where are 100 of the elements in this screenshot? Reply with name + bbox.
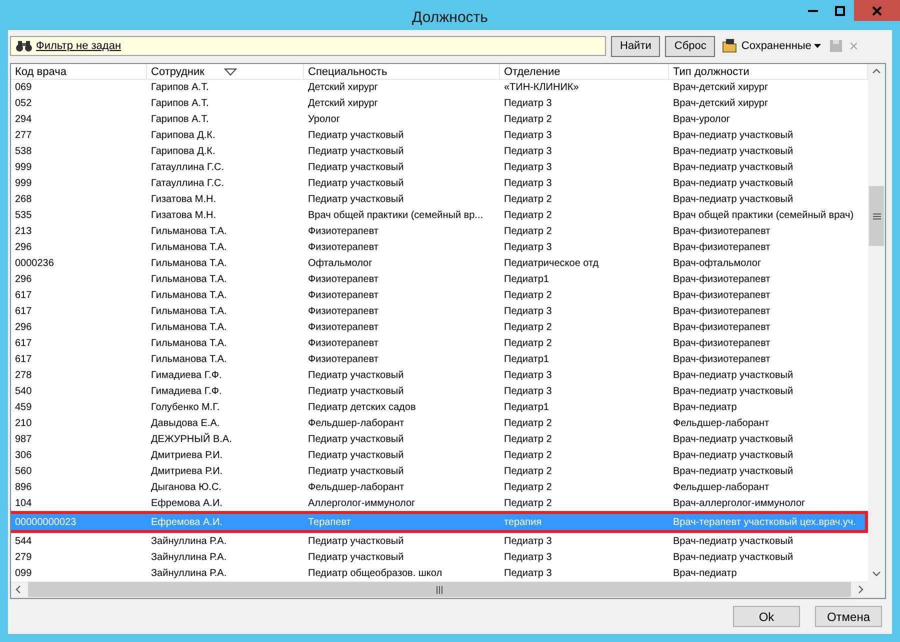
vertical-scrollbar[interactable] xyxy=(868,64,885,581)
table-cell-text: 052 xyxy=(14,98,33,108)
table-cell-text: Врач-педиатр участковый xyxy=(672,162,794,172)
table-row[interactable]: 999 Гатауллина Г.С. Педиатр участковый Педиатр 3 Врач-педиатр участковый xyxy=(11,159,868,175)
table-cell-text: Гильманова Т.А. xyxy=(150,290,228,300)
table-cell-text: 987 xyxy=(14,434,33,444)
column-header[interactable]: Код врача xyxy=(11,64,147,80)
table-cell-text: Врач-педиатр участковый xyxy=(672,552,794,562)
table-row[interactable]: 296 Гильманова Т.А. Физиотерапевт Педиатр1 Врач-физиотерапевт xyxy=(11,271,868,287)
table-row[interactable]: 617 Гильманова Т.А. Физиотерапевт Педиатр 2 Врач-физиотерапевт xyxy=(11,335,868,351)
table-cell-text: Гильманова Т.А. xyxy=(150,354,228,364)
table-row[interactable]: 069 Гарипов А.Т. Детский хирург «ТИН-КЛИНИК» Врач-детский хирург xyxy=(11,79,868,95)
table-row[interactable]: 0000236 Гильманова Т.А. Офтальмолог Педиатрическое отд Врач-офтальмолог xyxy=(11,255,868,271)
table-cell-text: Уролог xyxy=(307,114,341,124)
table-cell-text: Врач-педиатр участковый xyxy=(672,146,794,156)
table-row[interactable]: 104 Ефремова А.И. Аллерголог-иммунолог Педиатр 2 Врач-аллерголог-иммунолог xyxy=(11,495,868,511)
table-cell-text: Педиатр 2 xyxy=(503,418,553,428)
table-row[interactable]: 278 Гимадиева Г.Ф. Педиатр участковый Педиатр 3 Врач-педиатр участковый xyxy=(11,367,868,383)
column-header[interactable]: Сотрудник xyxy=(147,64,304,80)
horizontal-scrollbar[interactable] xyxy=(11,581,885,598)
table-cell-text: 099 xyxy=(14,568,33,578)
table-row[interactable]: 306 Дмитриева Р.И. Педиатр участковый Педиатр 2 Врач-педиатр участковый xyxy=(11,447,868,463)
table-cell-text: Врач-педиатр участковый xyxy=(672,178,794,188)
close-button[interactable] xyxy=(854,0,900,21)
table-cell-text: 00000000023 xyxy=(14,516,78,528)
table-cell-text: Гарипова Д.К. xyxy=(150,130,216,140)
table-cell-text: Гарипов А.Т. xyxy=(150,98,210,108)
table-cell-text: терапия xyxy=(503,516,543,528)
table-cell-text: 213 xyxy=(14,226,33,236)
table-cell-text: Зайнуллина Р.А. xyxy=(150,536,228,546)
table-cell-text: ДЕЖУРНЫЙ В.А. xyxy=(150,434,233,444)
table-cell-text: Педиатр участковый xyxy=(307,194,405,204)
table-cell-text: Гильманова Т.А. xyxy=(150,242,228,252)
table-cell-text: Гильманова Т.А. xyxy=(150,306,228,316)
table-cell-text: Физиотерапевт xyxy=(307,226,380,236)
table-row[interactable]: 459 Голубенко М.Г. Педиатр детских садов Педиатр1 Врач-педиатр xyxy=(11,399,868,415)
table-cell-text: Педиатр1 xyxy=(503,402,550,412)
table-row[interactable]: 052 Гарипов А.Т. Детский хирург Педиатр 3 Врач-детский хирург xyxy=(11,95,868,111)
table-cell-text: Гатауллина Г.С. xyxy=(150,178,225,188)
table-cell-text: 617 xyxy=(14,290,33,300)
table-cell-text: Педиатр 3 xyxy=(503,130,553,140)
table-row[interactable]: 999 Гатауллина Г.С. Педиатр участковый Педиатр 3 Врач-педиатр участковый xyxy=(11,175,868,191)
table-row[interactable]: 540 Гимадиева Г.Ф. Педиатр участковый Педиатр 3 Врач-педиатр участковый xyxy=(11,383,868,399)
filter-field[interactable]: Фильтр не задан xyxy=(10,36,606,56)
table-row[interactable]: 294 Гарипов А.Т. Уролог Педиатр 2 Врач-уролог xyxy=(11,111,868,127)
reset-button[interactable]: Сброс xyxy=(665,36,716,56)
table-cell-text: Гильманова Т.А. xyxy=(150,274,228,284)
scroll-thumb[interactable] xyxy=(869,186,884,246)
table-row[interactable]: 896 Дыганова Ю.С. Фельдшер-лаборант Педиатр 2 Фельдшер-лаборант xyxy=(11,479,868,495)
table-cell-text: 617 xyxy=(14,354,33,364)
table-row[interactable]: 560 Дмитриева Р.И. Педиатр участковый Педиатр 2 Врач-педиатр участковый xyxy=(11,463,868,479)
table-cell-text: Физиотерапевт xyxy=(307,274,380,284)
table-cell-text: 0000236 xyxy=(14,258,55,268)
table-row[interactable]: 099 Зайнуллина Р.А. Педиатр общеобразов. школ Педиатр 3 Врач-педиатр xyxy=(11,565,868,581)
table-row[interactable]: 544 Зайнуллина Р.А. Педиатр участковый Педиатр 3 Врач-педиатр участковый xyxy=(11,533,868,549)
table-row[interactable]: 617 Гильманова Т.А. Физиотерапевт Педиатр 3 Врач-физиотерапевт xyxy=(11,303,868,319)
table-cell-text: Педиатр 2 xyxy=(503,434,553,444)
table-cell-text: Врач-педиатр участковый xyxy=(672,370,794,380)
table-row[interactable]: 617 Гильманова Т.А. Физиотерапевт Педиатр 2 Врач-физиотерапевт xyxy=(11,287,868,303)
scroll-thumb[interactable] xyxy=(28,582,851,597)
table-cell-text: Гильманова Т.А. xyxy=(150,226,228,236)
column-header[interactable]: Специальность xyxy=(304,64,500,80)
table-cell-text: Педиатр 2 xyxy=(503,450,553,460)
cancel-button[interactable]: Отмена xyxy=(815,606,882,627)
table-cell-text: Врач-педиатр участковый xyxy=(672,386,794,396)
table-cell-text: Педиатр 3 xyxy=(503,536,553,546)
table-cell-text: Врач-детский хирург xyxy=(672,82,770,92)
table-row[interactable]: 296 Гильманова Т.А. Физиотерапевт Педиатр 3 Врач-физиотерапевт xyxy=(11,239,868,255)
saved-menu-button[interactable]: Сохраненные xyxy=(720,39,824,53)
table-cell-text: Врач-физиотерапевт xyxy=(672,290,772,300)
table-cell-text: Врач-педиатр участковый xyxy=(672,194,794,204)
table-cell-text: Врач-педиатр участковый xyxy=(672,434,794,444)
table-row[interactable]: 277 Гарипова Д.К. Педиатр участковый Педиатр 3 Врач-педиатр участковый xyxy=(11,127,868,143)
table-cell-text: 296 xyxy=(14,242,33,252)
table-row[interactable]: 296 Гильманова Т.А. Физиотерапевт Педиатр 2 Врач-физиотерапевт xyxy=(11,319,868,335)
table-cell-text: Гатауллина Г.С. xyxy=(150,162,225,172)
filter-link[interactable]: Фильтр не задан xyxy=(36,40,122,52)
ok-button[interactable]: Ok xyxy=(733,606,800,627)
table-cell-text: Педиатр1 xyxy=(503,354,550,364)
table-cell-text: Гизатова М.Н. xyxy=(150,210,218,220)
table-row[interactable]: 210 Давыдова Е.А. Фельдшер-лаборант Педиатр 2 Фельдшер-лаборант xyxy=(11,415,868,431)
column-header[interactable]: Тип должности xyxy=(669,64,868,80)
table-cell-text: Педиатр 3 xyxy=(503,98,553,108)
table-row[interactable]: 535 Гизатова М.Н. Врач общей практики (семейный вр... Педиатр 2 Врач общей практики (семейный врач) xyxy=(11,207,868,223)
table-row[interactable]: 268 Гизатова М.Н. Педиатр участковый Педиатр 2 Врач-педиатр участковый xyxy=(11,191,868,207)
table-cell-text: Физиотерапевт xyxy=(307,354,380,364)
table-cell-text: Зайнуллина Р.А. xyxy=(150,552,228,562)
table-cell-text: 296 xyxy=(14,322,33,332)
table-cell-text: Педиатр 2 xyxy=(503,482,553,492)
table-cell-text: Врач-физиотерапевт xyxy=(672,322,772,332)
table-row[interactable]: 987 ДЕЖУРНЫЙ В.А. Педиатр участковый Педиатр 2 Врач-педиатр участковый xyxy=(11,431,868,447)
table-row[interactable]: 538 Гарипова Д.К. Педиатр участковый Педиатр 3 Врач-педиатр участковый xyxy=(11,143,868,159)
table-cell-text: Педиатр 3 xyxy=(503,568,553,578)
table-row[interactable]: 213 Гильманова Т.А. Физиотерапевт Педиатр 2 Врач-физиотерапевт xyxy=(11,223,868,239)
table-cell-text: Гильманова Т.А. xyxy=(150,338,228,348)
column-header[interactable]: Отделение xyxy=(500,64,669,80)
table-row[interactable]: 617 Гильманова Т.А. Физиотерапевт Педиатр1 Врач-физиотерапевт xyxy=(11,351,868,367)
table-row[interactable]: 279 Зайнуллина Р.А. Педиатр участковый Педиатр 3 Врач-педиатр участковый xyxy=(11,549,868,565)
find-button[interactable]: Найти xyxy=(611,36,660,56)
table-cell-text: Педиатр 2 xyxy=(503,498,553,508)
